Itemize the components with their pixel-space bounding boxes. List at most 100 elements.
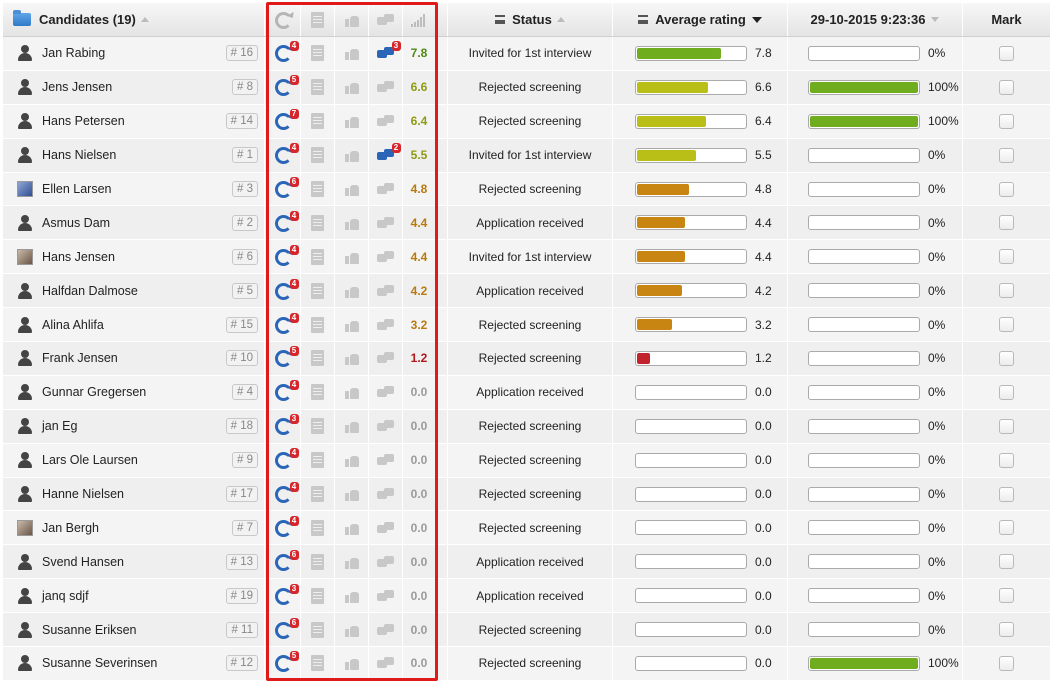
mark-checkbox[interactable]	[999, 113, 1014, 129]
comments-cell[interactable]	[369, 375, 403, 409]
refresh-cell[interactable]: 4	[267, 308, 301, 342]
candidate-cell[interactable]: jan Eg # 18	[3, 409, 265, 443]
notes-cell[interactable]	[301, 104, 335, 138]
table-row[interactable]: janq sdjf # 19 3 0.0 Application received 0.0…	[3, 579, 1050, 614]
refresh-icon[interactable]: 6	[274, 617, 299, 639]
comments-icon[interactable]	[376, 383, 396, 401]
mark-checkbox[interactable]	[999, 350, 1014, 366]
notes-cell[interactable]	[301, 375, 335, 409]
average-rating-column-header[interactable]: Average rating	[613, 3, 788, 36]
refresh-cell[interactable]: 4	[267, 443, 301, 477]
mark-checkbox[interactable]	[999, 452, 1014, 468]
thumbs-cell[interactable]	[335, 613, 369, 647]
comments-cell[interactable]	[369, 511, 403, 545]
refresh-cell[interactable]: 4	[267, 240, 301, 274]
document-icon[interactable]	[308, 44, 328, 62]
notes-cell[interactable]	[301, 274, 335, 308]
candidate-name[interactable]: Hans Nielsen	[42, 148, 232, 162]
thumbs-cell[interactable]	[335, 308, 369, 342]
table-row[interactable]: Gunnar Gregersen # 4 4 0.0 Application recei…	[3, 375, 1050, 410]
comments-icon[interactable]	[376, 316, 396, 334]
notes-cell[interactable]	[301, 206, 335, 240]
mark-checkbox[interactable]	[999, 554, 1014, 570]
notes-cell[interactable]	[301, 443, 335, 477]
candidate-cell[interactable]: Gunnar Gregersen # 4	[3, 375, 265, 409]
document-icon[interactable]	[308, 553, 328, 571]
refresh-cell[interactable]: 4	[267, 477, 301, 511]
mark-checkbox[interactable]	[999, 655, 1014, 671]
refresh-icon[interactable]: 4	[274, 380, 299, 402]
comments-cell[interactable]	[369, 613, 403, 647]
refresh-column-header[interactable]	[267, 3, 301, 36]
document-icon[interactable]	[308, 214, 328, 232]
refresh-cell[interactable]: 7	[267, 104, 301, 138]
thumbs-cell[interactable]	[335, 37, 369, 70]
document-icon[interactable]	[308, 621, 328, 639]
refresh-icon[interactable]: 4	[274, 244, 299, 266]
mark-checkbox[interactable]	[999, 249, 1014, 265]
candidate-name[interactable]: Hans Petersen	[42, 114, 226, 128]
refresh-icon[interactable]: 4	[274, 482, 299, 504]
thumbs-up-icon[interactable]	[342, 485, 362, 503]
thumbs-up-icon[interactable]	[342, 282, 362, 300]
candidate-name[interactable]: jan Eg	[42, 419, 226, 433]
document-icon[interactable]	[308, 654, 328, 672]
candidate-name[interactable]: Frank Jensen	[42, 351, 226, 365]
comments-icon[interactable]	[376, 282, 396, 300]
mark-checkbox[interactable]	[999, 317, 1014, 333]
candidate-name[interactable]: Ellen Larsen	[42, 182, 232, 196]
table-row[interactable]: Susanne Eriksen # 11 6 0.0 Rejected screenin…	[3, 613, 1050, 648]
candidate-cell[interactable]: Svend Hansen # 13	[3, 545, 265, 579]
comments-icon[interactable]	[376, 621, 396, 639]
thumbs-up-icon[interactable]	[342, 146, 362, 164]
refresh-cell[interactable]: 3	[267, 409, 301, 443]
refresh-icon[interactable]: 4	[274, 448, 299, 470]
thumbs-up-icon[interactable]	[342, 587, 362, 605]
refresh-cell[interactable]: 4	[267, 37, 301, 70]
document-icon[interactable]	[308, 282, 328, 300]
thumbs-up-icon[interactable]	[342, 180, 362, 198]
thumbs-up-icon[interactable]	[342, 316, 362, 334]
mark-checkbox[interactable]	[999, 622, 1014, 638]
table-row[interactable]: Jens Jensen # 8 5 6.6 Rejected screening 6.6 1…	[3, 70, 1050, 105]
mark-checkbox[interactable]	[999, 147, 1014, 163]
table-row[interactable]: Halfdan Dalmose # 5 4 4.2 Application receiv…	[3, 274, 1050, 309]
refresh-icon[interactable]: 4	[274, 278, 299, 300]
refresh-icon[interactable]: 3	[274, 583, 299, 605]
refresh-icon[interactable]: 5	[274, 75, 299, 97]
refresh-cell[interactable]: 4	[267, 375, 301, 409]
document-icon[interactable]	[308, 112, 328, 130]
table-row[interactable]: Svend Hansen # 13 6 0.0 Application received…	[3, 545, 1050, 580]
mark-checkbox[interactable]	[999, 418, 1014, 434]
comments-cell[interactable]: 3	[369, 37, 403, 70]
notes-cell[interactable]	[301, 342, 335, 375]
document-icon[interactable]	[308, 519, 328, 537]
notes-cell[interactable]	[301, 409, 335, 443]
mark-checkbox[interactable]	[999, 181, 1014, 197]
thumbs-up-icon[interactable]	[342, 451, 362, 469]
candidate-cell[interactable]: Ellen Larsen # 3	[3, 172, 265, 206]
table-row[interactable]: Hans Nielsen # 1 4 2 5.5 Invited for 1st inte…	[3, 138, 1050, 173]
refresh-icon[interactable]: 5	[274, 651, 299, 673]
document-icon[interactable]	[308, 451, 328, 469]
thumbs-up-icon[interactable]	[342, 78, 362, 96]
thumbs-cell[interactable]	[335, 240, 369, 274]
thumbs-cell[interactable]	[335, 443, 369, 477]
refresh-cell[interactable]: 5	[267, 342, 301, 375]
refresh-cell[interactable]: 5	[267, 70, 301, 104]
table-row[interactable]: Alina Ahlifa # 15 4 3.2 Rejected screening 3.…	[3, 308, 1050, 343]
comments-cell[interactable]	[369, 409, 403, 443]
candidate-cell[interactable]: Hanne Nielsen # 17	[3, 477, 265, 511]
notes-cell[interactable]	[301, 138, 335, 172]
candidate-name[interactable]: Alina Ahlifa	[42, 318, 226, 332]
mark-column-header[interactable]: Mark	[963, 3, 1050, 36]
thumbs-cell[interactable]	[335, 477, 369, 511]
comments-cell[interactable]	[369, 240, 403, 274]
comments-cell[interactable]	[369, 172, 403, 206]
notes-cell[interactable]	[301, 240, 335, 274]
refresh-icon[interactable]: 4	[274, 210, 299, 232]
table-row[interactable]: Hanne Nielsen # 17 4 0.0 Rejected screening 0…	[3, 477, 1050, 512]
candidate-name[interactable]: Jan Bergh	[42, 521, 232, 535]
notes-cell[interactable]	[301, 172, 335, 206]
thumbs-cell[interactable]	[335, 647, 369, 680]
